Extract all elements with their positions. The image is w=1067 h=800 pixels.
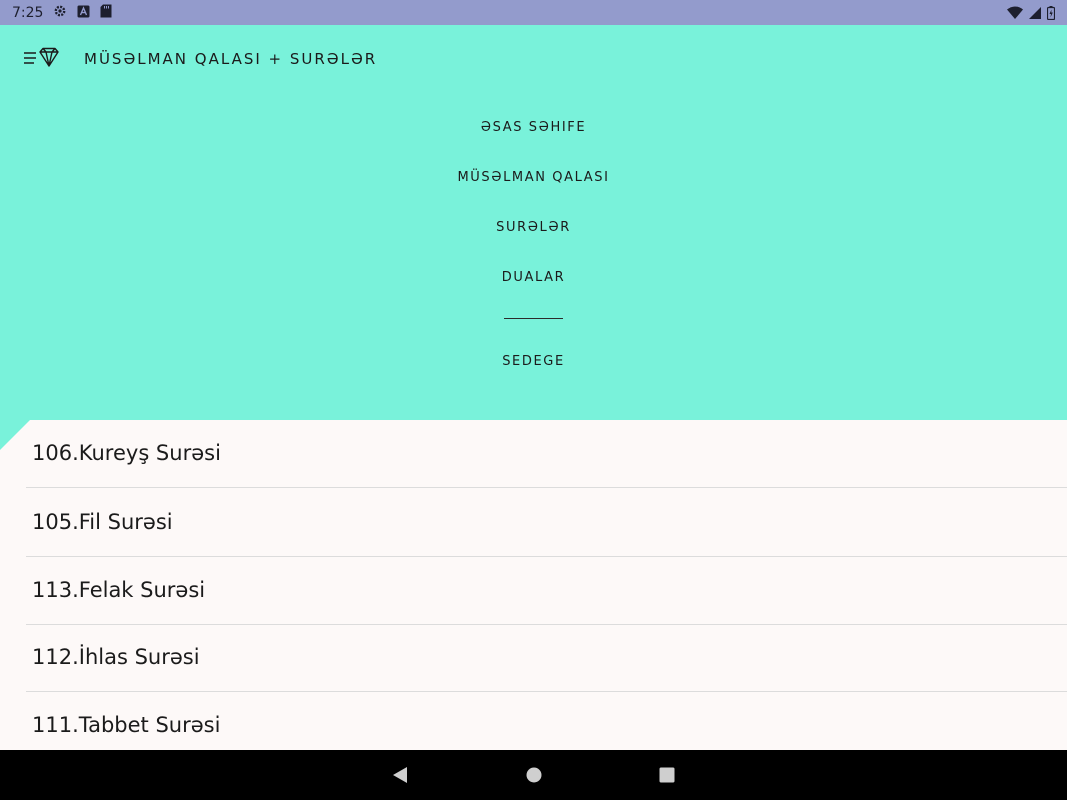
front-layer-sura-list: 106.Kureyş Surəsi 105.Fil Surəsi 113.Fel… (0, 420, 1067, 750)
battery-icon (1047, 5, 1055, 20)
app-bar: MÜSƏLMAN QALASI + SURƏLƏR (0, 25, 1067, 91)
status-left: 7:25 (12, 4, 112, 21)
nav-divider (504, 318, 563, 319)
back-icon[interactable] (375, 750, 425, 800)
a-box-icon (77, 5, 90, 21)
nav-item-muslim-fortress[interactable]: MÜSƏLMAN QALASI (0, 170, 1067, 186)
list-item[interactable]: 105.Fil Surəsi (26, 489, 1067, 557)
sura-label: 105.Fil Surəsi (32, 509, 173, 534)
nav-item-prayers[interactable]: DUALAR (0, 270, 1067, 286)
status-time: 7:25 (12, 4, 44, 21)
sura-label: 111.Tabbet Surəsi (32, 713, 221, 737)
sura-label: 106.Kureyş Surəsi (32, 440, 221, 465)
list-item[interactable]: 106.Kureyş Surəsi (26, 420, 1067, 488)
signal-icon (1029, 6, 1041, 19)
recents-icon[interactable] (642, 750, 692, 800)
nav-item-charity[interactable]: SEDEGE (0, 354, 1067, 370)
sd-card-icon (100, 4, 112, 21)
home-icon[interactable] (509, 750, 559, 800)
app-title: MÜSƏLMAN QALASI + SURƏLƏR (84, 50, 378, 68)
nav-item-home[interactable]: ƏSAS SƏHIFE (0, 120, 1067, 136)
list-item[interactable]: 111.Tabbet Surəsi (26, 692, 1067, 750)
sura-label: 113.Felak Surəsi (32, 577, 206, 602)
sura-label: 112.İhlas Surəsi (32, 644, 200, 669)
list-item[interactable]: 112.İhlas Surəsi (26, 624, 1067, 692)
menu-diamond-icon[interactable] (22, 45, 64, 71)
gear-icon (53, 4, 67, 21)
list-item[interactable]: 113.Felak Surəsi (26, 557, 1067, 625)
wifi-icon (1007, 6, 1023, 19)
nav-item-suras[interactable]: SURƏLƏR (0, 220, 1067, 236)
system-nav-bar (0, 750, 1067, 800)
status-right (1007, 5, 1055, 20)
status-bar: 7:25 (0, 0, 1067, 25)
